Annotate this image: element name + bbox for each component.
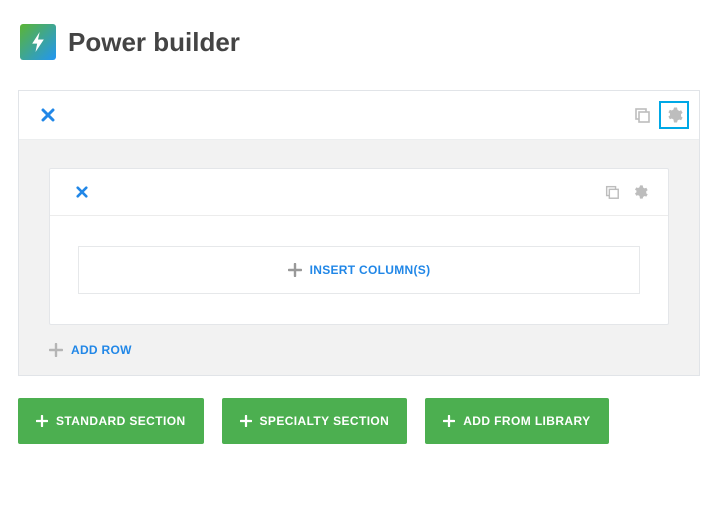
standard-section-label: STANDARD SECTION [56,414,186,428]
standard-section-button[interactable]: STANDARD SECTION [18,398,204,444]
app-logo [20,24,56,60]
add-section-actions: STANDARD SECTION SPECIALTY SECTION ADD F… [0,376,718,444]
plus-icon [49,343,63,357]
plus-icon [36,415,48,427]
add-row-label: ADD ROW [71,343,132,357]
section-block: INSERT COLUMN(S) ADD ROW [18,90,700,376]
builder-canvas: INSERT COLUMN(S) ADD ROW [0,70,718,376]
lightning-icon [28,30,48,54]
remove-section-button[interactable] [35,103,61,127]
plus-icon [288,263,302,277]
row-toolbar [50,169,668,216]
specialty-section-label: SPECIALTY SECTION [260,414,390,428]
remove-row-button[interactable] [70,181,94,203]
gear-icon [665,106,683,124]
section-body: INSERT COLUMN(S) ADD ROW [19,139,699,375]
plus-icon [443,415,455,427]
app-header: Power builder [0,0,718,70]
add-row-button[interactable]: ADD ROW [49,343,669,357]
copy-icon [604,184,620,200]
section-settings-button[interactable] [659,101,689,129]
specialty-section-button[interactable]: SPECIALTY SECTION [222,398,408,444]
duplicate-row-button[interactable] [598,179,626,205]
row-settings-button[interactable] [626,179,654,205]
plus-icon [240,415,252,427]
copy-icon [633,106,651,124]
app-title: Power builder [68,27,240,58]
insert-columns-button[interactable]: INSERT COLUMN(S) [78,246,640,294]
row-block: INSERT COLUMN(S) [49,168,669,325]
insert-columns-label: INSERT COLUMN(S) [310,263,431,277]
add-from-library-button[interactable]: ADD FROM LIBRARY [425,398,608,444]
duplicate-section-button[interactable] [627,101,657,129]
close-icon [76,186,88,198]
add-from-library-label: ADD FROM LIBRARY [463,414,590,428]
section-toolbar [19,91,699,139]
gear-icon [632,184,648,200]
close-icon [41,108,55,122]
